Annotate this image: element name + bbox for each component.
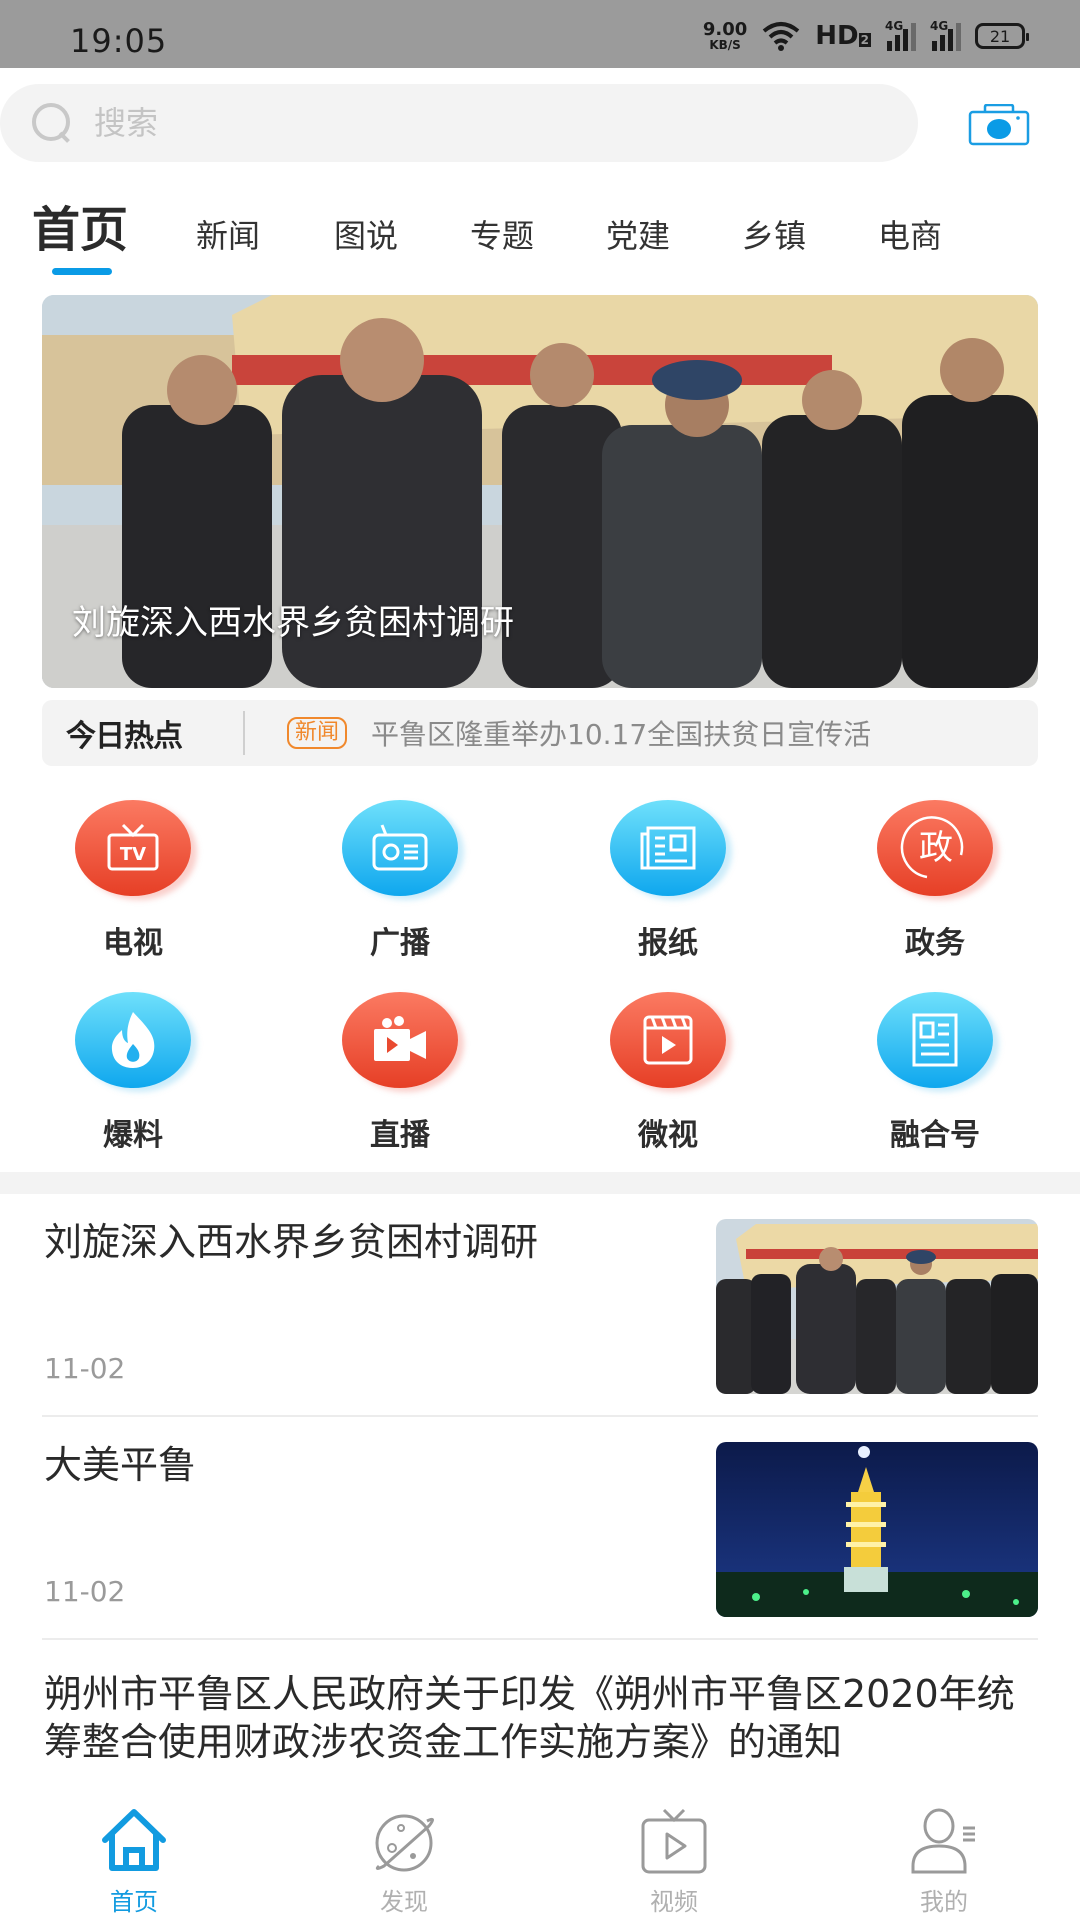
- grid-item-newspaper[interactable]: 报纸: [588, 800, 748, 970]
- planet-icon: [375, 1814, 434, 1872]
- nav-label: 首页: [110, 1888, 158, 1916]
- grid-label: 直播: [370, 1118, 430, 1153]
- banner-caption: 刘旋深入西水界乡贫困村调研: [72, 603, 514, 643]
- tab-home[interactable]: 首页: [32, 190, 128, 270]
- svg-text:政: 政: [919, 828, 953, 868]
- news-item[interactable]: 大美平鲁 11-02: [42, 1417, 1038, 1640]
- grid-label: 爆料: [103, 1118, 163, 1153]
- section-divider: [0, 1172, 1080, 1194]
- news-item[interactable]: 刘旋深入西水界乡贫困村调研 11-02: [42, 1194, 1038, 1417]
- video-camera-icon: [342, 992, 458, 1088]
- tab-towns[interactable]: 乡镇: [742, 196, 806, 276]
- hot-news-title: 今日热点: [66, 719, 183, 754]
- tv-icon: TV: [75, 800, 191, 896]
- banner-carousel[interactable]: 刘旋深入西水界乡贫困村调研: [42, 295, 1038, 688]
- grid-label: 广播: [370, 926, 430, 961]
- video-tv-icon: [641, 1808, 707, 1874]
- status-time: 19:05: [70, 22, 168, 60]
- user-icon: [911, 1808, 975, 1874]
- search-bar[interactable]: [0, 84, 918, 162]
- news-title: 大美平鲁: [44, 1443, 197, 1487]
- nav-label: 视频: [650, 1888, 698, 1916]
- radio-icon: [342, 800, 458, 896]
- bottom-navigation: 首页 发现 视频 我的: [0, 1800, 1080, 1920]
- news-date: 11-02: [44, 1352, 126, 1385]
- wifi-icon: [763, 22, 800, 51]
- channel-tabs: 首页 新闻 图说 专题 党建 乡镇 电商: [0, 190, 1080, 280]
- hd-indicator: HD 2: [815, 21, 871, 51]
- newspaper-icon: [610, 800, 726, 896]
- grid-item-live[interactable]: 直播: [320, 992, 480, 1162]
- grid-label: 电视: [103, 926, 163, 961]
- feature-grid: TV 电视 广播 报纸 政 政务 爆料 直播 微视 融合号: [0, 800, 1080, 1160]
- tab-ecommerce[interactable]: 电商: [878, 196, 942, 276]
- hot-news-separator: [243, 711, 245, 755]
- grid-item-government[interactable]: 政 政务: [855, 800, 1015, 970]
- grid-item-microvideo[interactable]: 微视: [588, 992, 748, 1162]
- signal-sim2-icon: 4G: [930, 19, 961, 51]
- grid-item-media-account[interactable]: 融合号: [855, 992, 1015, 1162]
- grid-label: 政务: [905, 926, 965, 961]
- grid-label: 融合号: [890, 1118, 980, 1153]
- nav-label: 发现: [380, 1888, 428, 1916]
- network-speed: 9.00 KB/S: [702, 19, 748, 52]
- camera-icon[interactable]: [968, 104, 1030, 146]
- status-bar: 19:05 9.00 KB/S HD 2 4G 4G 21: [0, 0, 1080, 68]
- grid-item-tv[interactable]: TV 电视: [53, 800, 213, 970]
- battery-icon: 21: [975, 23, 1029, 49]
- svg-text:TV: TV: [120, 844, 146, 865]
- clapperboard-icon: [610, 992, 726, 1088]
- nav-label: 我的: [920, 1888, 968, 1916]
- news-title: 朔州市平鲁区人民政府关于印发《朔州市平鲁区2020年统筹整合使用财政涉农资金工作…: [44, 1672, 1015, 1764]
- tab-pictures[interactable]: 图说: [334, 196, 398, 276]
- news-title: 刘旋深入西水界乡贫困村调研: [44, 1220, 539, 1264]
- tab-party[interactable]: 党建: [606, 196, 670, 276]
- hot-news-headline[interactable]: 平鲁区隆重举办10.17全国扶贫日宣传活: [371, 713, 991, 753]
- home-icon: [102, 1809, 166, 1871]
- tab-indicator: [52, 268, 112, 275]
- hot-news-tag: 新闻: [287, 717, 348, 749]
- tab-news[interactable]: 新闻: [196, 196, 260, 276]
- document-icon: [877, 992, 993, 1088]
- news-item[interactable]: 朔州市平鲁区人民政府关于印发《朔州市平鲁区2020年统筹整合使用财政涉农资金工作…: [42, 1640, 1038, 1810]
- news-date: 11-02: [44, 1575, 126, 1608]
- signal-sim1-icon: 4G: [885, 19, 916, 51]
- grid-item-tipoff[interactable]: 爆料: [53, 992, 213, 1162]
- status-icons: 9.00 KB/S HD 2 4G 4G 21: [702, 18, 1029, 54]
- search-icon: [30, 101, 74, 145]
- nav-video[interactable]: 视频: [594, 1800, 754, 1920]
- grid-label: 微视: [638, 1118, 698, 1153]
- hot-news-bar[interactable]: 今日热点 新闻 平鲁区隆重举办10.17全国扶贫日宣传活: [42, 700, 1038, 766]
- tab-topics[interactable]: 专题: [470, 196, 534, 276]
- grid-item-radio[interactable]: 广播: [320, 800, 480, 970]
- search-input[interactable]: [94, 104, 794, 142]
- government-icon: 政: [877, 800, 993, 896]
- nav-home[interactable]: 首页: [54, 1800, 214, 1920]
- flame-icon: [75, 992, 191, 1088]
- grid-label: 报纸: [638, 926, 698, 961]
- nav-profile[interactable]: 我的: [864, 1800, 1024, 1920]
- nav-discover[interactable]: 发现: [324, 1800, 484, 1920]
- news-thumbnail: [716, 1442, 1038, 1617]
- news-thumbnail: [716, 1219, 1038, 1394]
